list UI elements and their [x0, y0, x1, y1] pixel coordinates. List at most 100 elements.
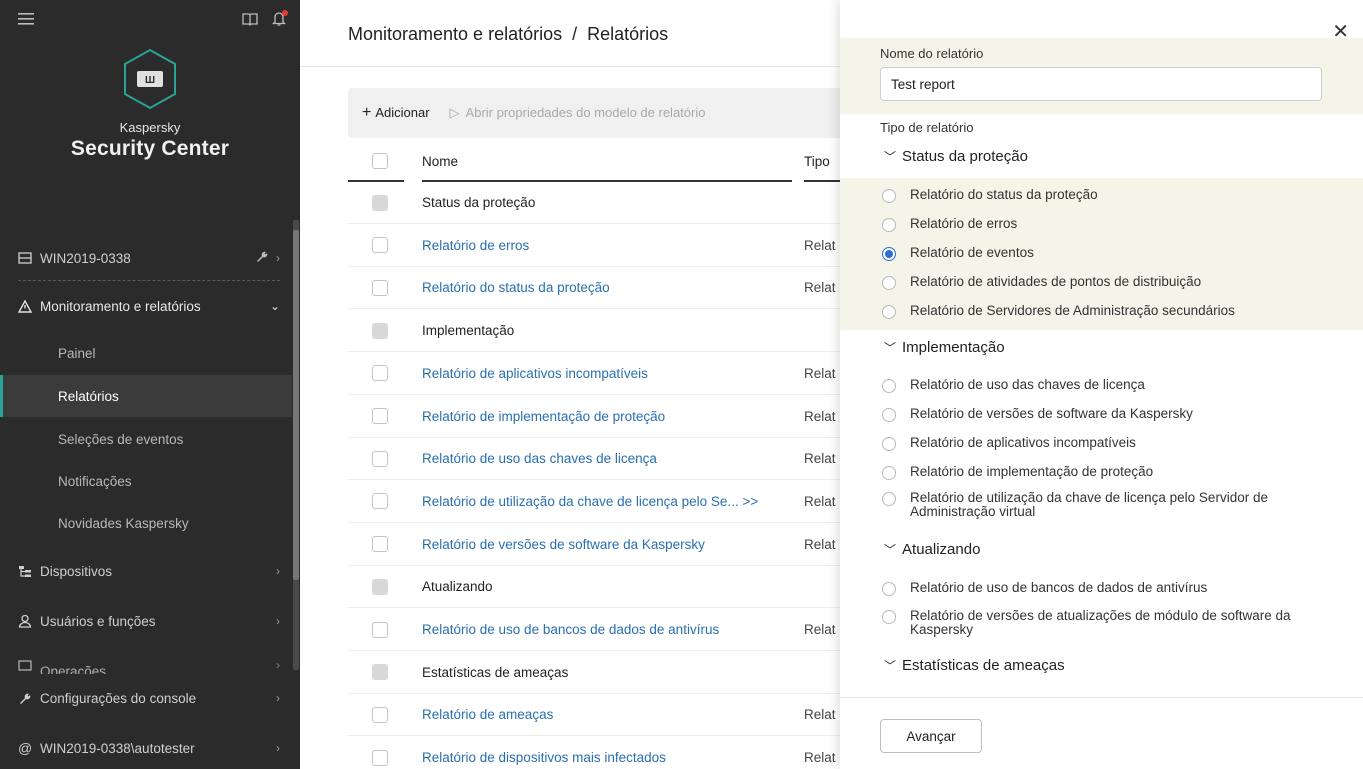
table-row[interactable]: Relatório de uso de bancos de dados de a…	[348, 609, 840, 651]
radio-button[interactable]	[882, 189, 896, 203]
sidebar-subitem-dashboard[interactable]: Painel	[0, 333, 292, 373]
radio-button[interactable]	[882, 305, 896, 319]
scrollbar-thumb[interactable]	[293, 230, 299, 580]
report-type-option[interactable]: Relatório do status da proteção	[882, 188, 1342, 203]
radio-button[interactable]	[882, 437, 896, 451]
table-group-row[interactable]: Estatísticas de ameaças	[348, 652, 840, 694]
sidebar-item-account[interactable]: @ WIN2019-0338\autotester ›	[0, 728, 292, 768]
table-group-row[interactable]: Atualizando	[348, 566, 840, 609]
report-name-link[interactable]: Relatório do status da proteção	[422, 280, 610, 295]
report-group-header[interactable]: ﹀ Estatísticas de ameaças	[884, 657, 1065, 674]
report-group-header[interactable]: ﹀ Status da proteção	[884, 148, 1028, 165]
report-name-link[interactable]: Relatório de ameaças	[422, 707, 553, 722]
row-checkbox[interactable]	[372, 621, 388, 638]
report-name-link[interactable]: Relatório de dispositivos mais infectado…	[422, 750, 666, 765]
sidebar-item-operations[interactable]: Operações ›	[0, 656, 292, 674]
row-checkbox[interactable]	[372, 749, 388, 766]
report-type-option[interactable]: Relatório de Servidores de Administração…	[882, 304, 1342, 319]
book-icon[interactable]	[242, 12, 258, 29]
row-checkbox[interactable]	[372, 365, 388, 382]
sidebar-subitem-label: Seleções de eventos	[58, 431, 184, 447]
open-template-properties-button[interactable]: ▷ Abrir propriedades do modelo de relatór…	[450, 105, 706, 121]
row-checkbox[interactable]	[372, 322, 388, 339]
report-group-title: Estatísticas de ameaças	[902, 657, 1065, 674]
table-row[interactable]: Relatório de utilização da chave de lice…	[348, 481, 840, 523]
devices-icon	[18, 565, 40, 578]
sidebar-item-devices[interactable]: Dispositivos ›	[0, 551, 292, 591]
report-name-link[interactable]: Relatório de versões de software da Kasp…	[422, 537, 705, 552]
report-type-option[interactable]: Relatório de atividades de pontos de dis…	[882, 275, 1342, 290]
table-group-row[interactable]: Implementação	[348, 310, 840, 353]
table-row[interactable]: Relatório de uso das chaves de licença Re…	[348, 438, 840, 481]
row-checkbox[interactable]	[372, 536, 388, 553]
header-divider	[300, 66, 840, 67]
at-sign-icon: @	[18, 740, 33, 756]
radio-button[interactable]	[882, 276, 896, 290]
report-name-input[interactable]	[880, 67, 1322, 101]
sidebar-item-users[interactable]: Usuários e funções ›	[0, 601, 292, 641]
radio-button[interactable]	[882, 492, 896, 506]
row-checkbox[interactable]	[372, 450, 388, 467]
next-button[interactable]: Avançar	[880, 719, 982, 753]
sidebar-subitem-event-selections[interactable]: Seleções de eventos	[0, 419, 292, 459]
report-name-link[interactable]: Relatório de uso das chaves de licença	[422, 451, 657, 466]
report-name-link[interactable]: Relatório de aplicativos incompatíveis	[422, 366, 648, 381]
report-name-link[interactable]: Relatório de utilização da chave de lice…	[422, 494, 758, 509]
row-checkbox[interactable]	[372, 237, 388, 254]
row-checkbox[interactable]	[372, 493, 388, 510]
row-checkbox[interactable]	[372, 408, 388, 424]
table-row[interactable]: Relatório de dispositivos mais infectado…	[348, 737, 840, 769]
row-checkbox[interactable]	[372, 664, 388, 681]
report-type-option[interactable]: Relatório de uso das chaves de licença	[882, 378, 1342, 393]
bell-icon[interactable]	[271, 9, 288, 30]
sidebar-subitem-reports[interactable]: Relatórios	[0, 375, 292, 417]
radio-button[interactable]	[882, 379, 896, 393]
wrench-icon[interactable]	[255, 250, 268, 266]
report-type-option[interactable]: Relatório de erros	[882, 217, 1342, 232]
column-header-name[interactable]: Nome	[422, 154, 458, 169]
report-group-header[interactable]: ﹀ Implementação	[884, 339, 1005, 356]
sidebar-item-console-settings[interactable]: Configurações do console ›	[0, 678, 292, 718]
radio-button[interactable]	[882, 218, 896, 232]
row-checkbox[interactable]	[372, 279, 388, 296]
select-all-checkbox[interactable]	[372, 153, 388, 169]
column-header-type[interactable]: Tipo	[804, 154, 830, 169]
report-type-option[interactable]: Relatório de aplicativos incompatíveis	[882, 436, 1342, 451]
report-type-option[interactable]: Relatório de versões de software da Kasp…	[882, 407, 1342, 422]
report-group-header[interactable]: ﹀ Atualizando	[884, 541, 980, 558]
table-row[interactable]: Relatório de versões de software da Kasp…	[348, 524, 840, 566]
report-type-option[interactable]: Relatório de implementação de proteção	[882, 465, 1342, 480]
report-name-link[interactable]: Relatório de erros	[422, 238, 529, 253]
report-name-link[interactable]: Relatório de implementação de proteção	[422, 409, 665, 424]
table-row[interactable]: Relatório do status da proteção Relat	[348, 267, 840, 310]
sidebar-subitem-kaspersky-news[interactable]: Novidades Kaspersky	[0, 503, 292, 543]
report-type-option[interactable]: Relatório de versões de atualizações de …	[882, 609, 1342, 637]
radio-selected[interactable]	[882, 247, 896, 261]
report-name-link[interactable]: Relatório de uso de bancos de dados de a…	[422, 622, 719, 637]
sidebar-item-server[interactable]: WIN2019-0338 ›	[0, 240, 292, 276]
chevron-right-icon: ›	[276, 658, 280, 672]
add-button[interactable]: + Adicionar	[362, 104, 430, 122]
new-report-drawer: ✕ Nome do relatório Tipo de relatório ﹀S…	[840, 0, 1363, 769]
report-type-cell: Relat	[804, 280, 836, 296]
row-checkbox[interactable]	[372, 194, 388, 211]
table-row[interactable]: Relatório de erros Relat	[348, 225, 840, 267]
report-type-option[interactable]: Relatório de uso de bancos de dados de a…	[882, 581, 1342, 596]
row-checkbox[interactable]	[372, 706, 388, 723]
table-row[interactable]: Relatório de implementação de proteção Re…	[348, 396, 840, 438]
radio-button[interactable]	[882, 466, 896, 480]
sidebar-subitem-notifications[interactable]: Notificações	[0, 461, 292, 501]
table-group-row[interactable]: Status da proteção	[348, 182, 840, 224]
sidebar-scrollbar[interactable]	[293, 220, 299, 670]
report-type-option[interactable]: Relatório de utilização da chave de lice…	[882, 491, 1342, 519]
table-row[interactable]: Relatório de aplicativos incompatíveis Re…	[348, 353, 840, 395]
sidebar-subitem-label: Relatórios	[58, 388, 119, 404]
radio-button[interactable]	[882, 582, 896, 596]
radio-button[interactable]	[882, 610, 896, 624]
menu-icon[interactable]	[18, 12, 34, 28]
radio-button[interactable]	[882, 408, 896, 422]
report-type-option[interactable]: Relatório de eventos	[882, 246, 1342, 261]
sidebar-item-monitoring[interactable]: Monitoramento e relatórios ⌄	[0, 286, 292, 326]
table-row[interactable]: Relatório de ameaças Relat	[348, 694, 840, 737]
row-checkbox[interactable]	[372, 578, 388, 595]
